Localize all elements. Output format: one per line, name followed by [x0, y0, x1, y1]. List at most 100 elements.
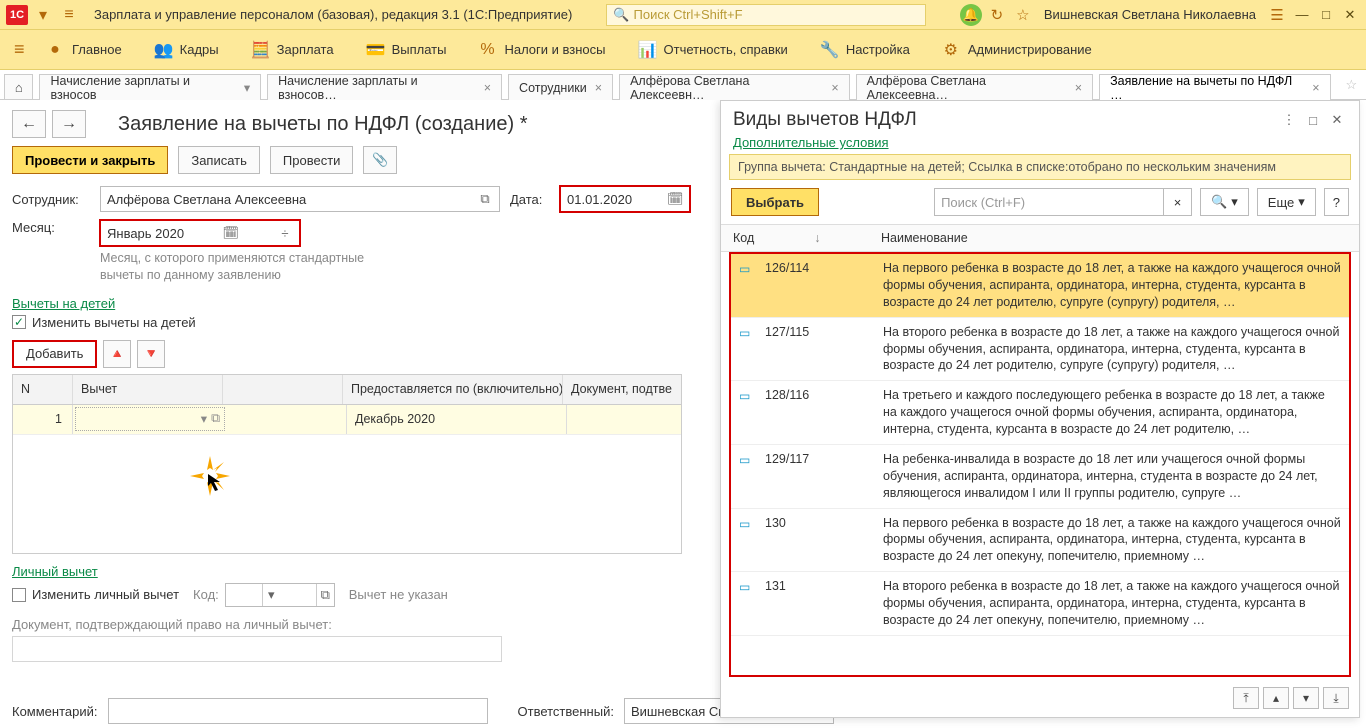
list-row[interactable]: ▭130На первого ребенка в возрасте до 18 …: [731, 509, 1349, 573]
add-row-button[interactable]: Добавить: [12, 340, 97, 368]
open-icon[interactable]: ⧉: [316, 584, 334, 606]
tab-deduction-request[interactable]: Заявление на вычеты по НДФЛ …×: [1099, 74, 1330, 100]
list-row[interactable]: ▭127/115На второго ребенка в возрасте до…: [731, 318, 1349, 382]
menu-item-main[interactable]: ●Главное: [30, 30, 138, 70]
sort-desc-icon[interactable]: ↓: [814, 231, 820, 245]
history-icon[interactable]: ↻: [986, 6, 1008, 24]
close-window-button[interactable]: ✕: [1340, 7, 1360, 23]
list-row[interactable]: ▭126/114На первого ребенка в возрасте до…: [731, 254, 1349, 318]
favorite-star-icon[interactable]: ☆: [1012, 6, 1034, 24]
panel-more-icon[interactable]: ⋮: [1277, 112, 1301, 128]
employee-input[interactable]: Алфёрова Светлана Алексеевна ⧉: [100, 186, 500, 212]
col-until[interactable]: Предоставляется по (включительно): [343, 375, 563, 404]
panel-search-input[interactable]: Поиск (Ctrl+F): [934, 188, 1164, 216]
panel-search-clear[interactable]: ×: [1164, 188, 1192, 216]
tab-employee-2[interactable]: Алфёрова Светлана Алексеевна…×: [856, 74, 1093, 100]
dropdown-icon[interactable]: ▾: [32, 5, 54, 25]
code-input[interactable]: ▾⧉: [225, 583, 335, 607]
checkbox-change-children[interactable]: ✓: [12, 315, 26, 329]
col-deduction[interactable]: Вычет: [73, 375, 223, 404]
col-code[interactable]: Код: [733, 231, 754, 245]
chevron-down-icon: ▾: [1298, 194, 1305, 210]
current-user[interactable]: Вишневская Светлана Николаевна: [1038, 7, 1262, 22]
tab-employees[interactable]: Сотрудники×: [508, 74, 613, 100]
responsible-label: Ответственный:: [518, 704, 614, 719]
panel-subtitle-link[interactable]: Дополнительные условия: [721, 133, 1359, 154]
row-code: 128/116: [765, 387, 875, 438]
cell-doc[interactable]: [567, 405, 681, 434]
open-icon[interactable]: ⧉: [477, 191, 493, 207]
dropdown-icon[interactable]: ▾: [201, 411, 207, 426]
row-code: 126/114: [765, 260, 875, 311]
panel-select-button[interactable]: Выбрать: [731, 188, 819, 216]
table-row[interactable]: 1 ▾⧉ Декабрь 2020: [13, 405, 681, 435]
attach-button[interactable]: 📎: [363, 146, 397, 174]
titlebar: 1C ▾ ≡ Зарплата и управление персоналом …: [0, 0, 1366, 30]
move-down-button[interactable]: 🔻: [137, 340, 165, 368]
save-button[interactable]: Записать: [178, 146, 260, 174]
menu-item-admin[interactable]: ⚙Администрирование: [926, 30, 1108, 70]
close-tab-icon[interactable]: ×: [595, 81, 602, 95]
close-tab-icon[interactable]: ×: [831, 81, 838, 95]
doc-input[interactable]: [12, 636, 502, 662]
cell-until[interactable]: Декабрь 2020: [347, 405, 567, 434]
post-button[interactable]: Провести: [270, 146, 354, 174]
nav-forward-button[interactable]: →: [52, 110, 86, 138]
menu-label: Кадры: [180, 42, 219, 57]
cell-deduction-picker[interactable]: ▾⧉: [75, 407, 225, 431]
date-input[interactable]: 01.01.2020 🗓: [560, 186, 690, 212]
maximize-button[interactable]: □: [1316, 7, 1336, 22]
close-tab-icon[interactable]: ×: [1312, 81, 1319, 95]
nav-up-button[interactable]: ▴: [1263, 687, 1289, 709]
post-and-close-button[interactable]: Провести и закрыть: [12, 146, 168, 174]
menu-item-taxes[interactable]: %Налоги и взносы: [462, 30, 621, 70]
menu-item-payouts[interactable]: 💳Выплаты: [350, 30, 463, 70]
panel-close-icon[interactable]: ✕: [1325, 112, 1349, 128]
panel-help-button[interactable]: ?: [1324, 188, 1349, 216]
people-icon: 👥: [154, 40, 172, 60]
hamburger-icon[interactable]: ≡: [58, 6, 80, 24]
calendar-icon[interactable]: 🗓: [667, 191, 683, 207]
panel-detach-icon[interactable]: □: [1301, 113, 1325, 128]
spinner-icon[interactable]: ÷: [277, 226, 293, 241]
menu-item-hr[interactable]: 👥 Кадры: [138, 30, 235, 70]
nav-down-button[interactable]: ▾: [1293, 687, 1319, 709]
nav-back-button[interactable]: ←: [12, 110, 46, 138]
menu-item-settings[interactable]: 🔧Настройка: [804, 30, 926, 70]
menu-burger-icon[interactable]: ≡: [6, 39, 30, 60]
tab-payroll-1[interactable]: Начисление зарплаты и взносов▾: [39, 74, 261, 100]
menu-item-reports[interactable]: 📊Отчетность, справки: [622, 30, 804, 70]
notification-bell-icon[interactable]: 🔔: [960, 4, 982, 26]
tab-payroll-2[interactable]: Начисление зарплаты и взносов…×: [267, 74, 502, 100]
close-tab-icon[interactable]: ×: [1075, 81, 1082, 95]
panel-search-options[interactable]: 🔍▾: [1200, 188, 1249, 216]
chevron-down-icon[interactable]: ▾: [244, 80, 250, 95]
move-up-button[interactable]: 🔺: [103, 340, 131, 368]
home-tab[interactable]: ⌂: [4, 74, 33, 99]
nav-last-button[interactable]: ⤓: [1323, 687, 1349, 709]
filter-icon[interactable]: ☰: [1266, 6, 1288, 24]
list-row[interactable]: ▭131На второго ребенка в возрасте до 18 …: [731, 572, 1349, 636]
nav-first-button[interactable]: ⤒: [1233, 687, 1259, 709]
global-search-input[interactable]: 🔍 Поиск Ctrl+Shift+F: [606, 4, 926, 26]
list-row[interactable]: ▭128/116На третьего и каждого последующе…: [731, 381, 1349, 445]
col-n[interactable]: N: [13, 375, 73, 404]
comment-input[interactable]: [108, 698, 488, 724]
col-name[interactable]: Наименование: [871, 231, 1359, 245]
col-doc[interactable]: Документ, подтве: [563, 375, 681, 404]
minimize-button[interactable]: —: [1292, 7, 1312, 22]
tab-employee-1[interactable]: Алфёрова Светлана Алексеевн…×: [619, 74, 850, 100]
item-icon: ▭: [739, 387, 757, 438]
list-row[interactable]: ▭129/117На ребенка-инвалида в возрасте д…: [731, 445, 1349, 509]
open-icon[interactable]: ⧉: [211, 411, 220, 426]
panel-more-label: Еще: [1268, 195, 1294, 210]
panel-more-button[interactable]: Еще ▾: [1257, 188, 1316, 216]
dropdown-icon[interactable]: ▾: [262, 584, 280, 606]
card-icon: 💳: [366, 40, 384, 60]
tab-favorite-icon[interactable]: ☆: [1337, 70, 1366, 99]
menu-item-salary[interactable]: 🧮Зарплата: [235, 30, 350, 70]
month-input[interactable]: Январь 2020 🗓 ÷: [100, 220, 300, 246]
checkbox-change-personal[interactable]: ✓: [12, 588, 26, 602]
calendar-icon[interactable]: 🗓: [223, 225, 239, 241]
close-tab-icon[interactable]: ×: [484, 81, 491, 95]
